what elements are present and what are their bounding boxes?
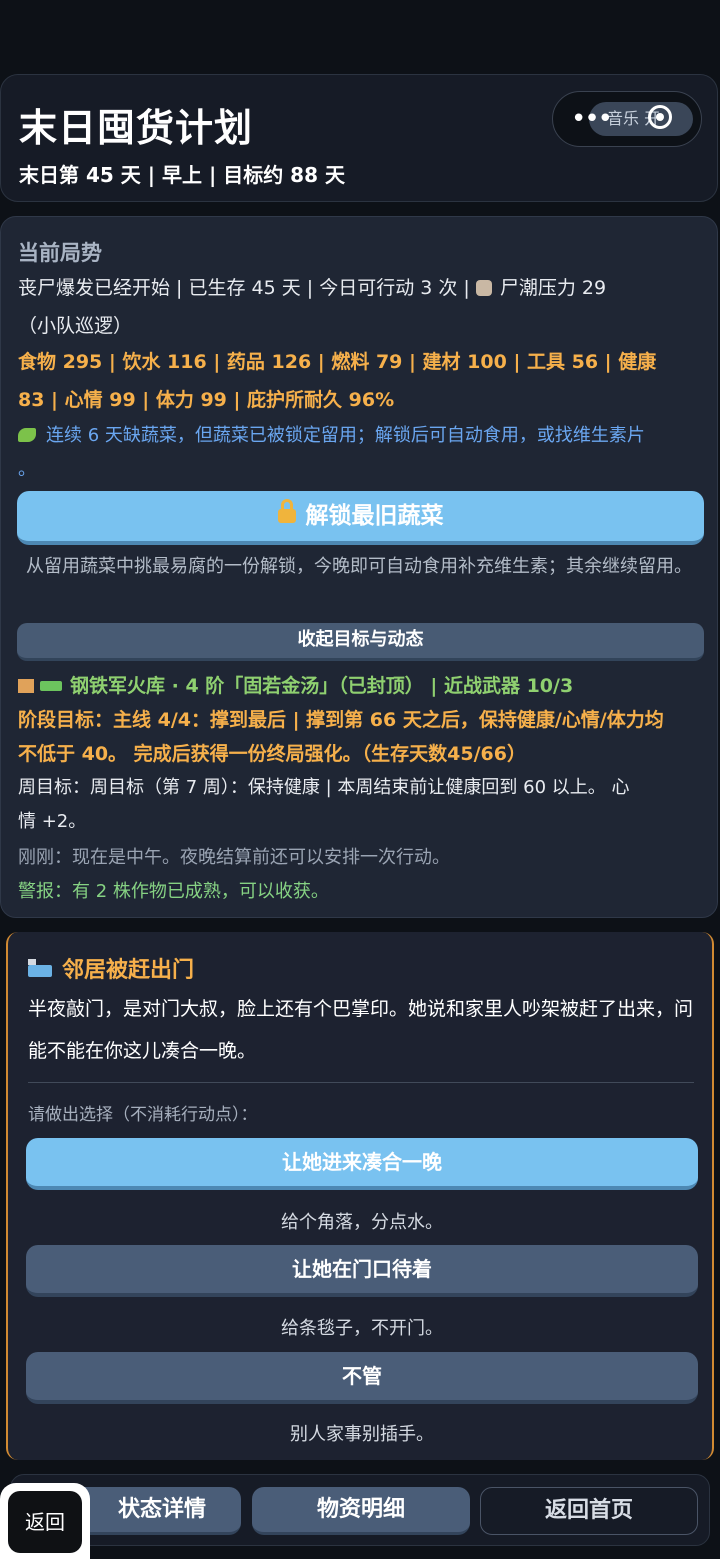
choice-button-let-in[interactable]: 让她进来凑合一晚 bbox=[26, 1138, 698, 1190]
more-menu-icon[interactable]: ••• bbox=[571, 104, 613, 134]
vegetable-warning-end: 。 bbox=[18, 459, 36, 480]
choice-description: 别人家事别插手。 bbox=[290, 1424, 434, 1445]
unlock-vegetable-button[interactable]: 解锁最旧蔬菜 bbox=[17, 491, 704, 545]
weekly-goal-line-2: 情 +2。 bbox=[18, 811, 87, 832]
armory-text: 钢铁军火库 · 4 阶「固若金汤」（已封顶） | 近战武器 10/3 bbox=[70, 675, 574, 697]
header-card: 末日囤货计划 末日第 45 天 | 早上 | 目标约 88 天 音乐 开 ••• bbox=[0, 74, 718, 202]
vegetable-icon bbox=[18, 428, 36, 442]
gun-icon bbox=[40, 681, 62, 691]
close-miniprogram-icon[interactable] bbox=[648, 105, 672, 129]
unlock-button-label: 解锁最旧蔬菜 bbox=[305, 503, 444, 529]
collapse-button-label: 收起目标与动态 bbox=[297, 629, 424, 650]
horde-pressure: 尸潮压力 29 bbox=[499, 277, 607, 299]
choice-button-ignore[interactable]: 不管 bbox=[26, 1352, 698, 1404]
back-button-label: 返回 bbox=[8, 1491, 82, 1553]
recent-news: 刚刚：现在是中午。夜晚结算前还可以安排一次行动。 bbox=[18, 847, 450, 868]
house-icon bbox=[18, 679, 34, 693]
event-title-text: 邻居被赶出门 bbox=[62, 958, 195, 983]
event-title: 邻居被赶出门 bbox=[28, 952, 194, 984]
app-title: 末日囤货计划 bbox=[19, 106, 254, 150]
choice-label: 让她在门口待着 bbox=[292, 1257, 432, 1281]
weekly-goal-line-1: 周目标：周目标（第 7 周）：保持健康 | 本周结束前让健康回到 60 以上。 … bbox=[18, 777, 630, 798]
mini-program-capsule: 音乐 开 ••• bbox=[552, 91, 702, 147]
stage-goal-line-2: 不低于 40。 完成后获得一份终局强化。（生存天数45/66） bbox=[18, 743, 526, 765]
resources-line-1: 食物 295 | 饮水 116 | 药品 126 | 燃料 79 | 建材 10… bbox=[18, 351, 657, 373]
event-description: 半夜敲门，是对门大叔，脸上还有个巴掌印。她说和家里人吵架被赶了出来，问能不能在你… bbox=[28, 998, 694, 1062]
resources-line-2: 83 | 心情 99 | 体力 99 | 庇护所耐久 96% bbox=[18, 389, 395, 411]
bottom-nav: 状态详情 物资明细 返回首页 bbox=[10, 1474, 710, 1546]
vegetable-warning-text: 连续 6 天缺蔬菜，但蔬菜已被锁定留用；解锁后可自动食用，或找维生素片 bbox=[46, 425, 645, 446]
status-card: 当前局势 丧尸爆发已经开始 | 已生存 45 天 | 今日可行动 3 次 | 尸… bbox=[0, 216, 718, 918]
choice-label: 让她进来凑合一晚 bbox=[282, 1150, 442, 1174]
back-button[interactable]: 返回 bbox=[0, 1483, 90, 1559]
supplies-label: 物资明细 bbox=[316, 1497, 405, 1522]
choice-hint: 请做出选择（不消耗行动点）： bbox=[28, 1105, 258, 1125]
alert-line: 警报：有 2 株作物已成熟，可以收获。 bbox=[18, 881, 329, 902]
status-line: 丧尸爆发已经开始 | 已生存 45 天 | 今日可行动 3 次 | 尸潮压力 2… bbox=[18, 269, 703, 307]
event-card: 邻居被赶出门 半夜敲门，是对门大叔，脸上还有个巴掌印。她说和家里人吵架被赶了出来… bbox=[6, 932, 714, 1460]
choice-description: 给个角落，分点水。 bbox=[281, 1212, 443, 1233]
divider bbox=[28, 1082, 694, 1083]
choice-label: 不管 bbox=[342, 1364, 382, 1388]
vegetable-warning: 连续 6 天缺蔬菜，但蔬菜已被锁定留用；解锁后可自动食用，或找维生素片 bbox=[18, 419, 703, 453]
supplies-detail-button[interactable]: 物资明细 bbox=[252, 1487, 470, 1535]
unlock-description: 从留用蔬菜中挑最易腐的一份解锁，今晚即可自动食用补充维生素；其余继续留用。 bbox=[26, 556, 692, 577]
section-title: 当前局势 bbox=[18, 241, 102, 265]
return-home-button[interactable]: 返回首页 bbox=[480, 1487, 698, 1535]
unlock-icon bbox=[277, 499, 296, 523]
zombie-icon bbox=[475, 280, 492, 296]
collapse-goals-button[interactable]: 收起目标与动态 bbox=[17, 623, 704, 661]
home-label: 返回首页 bbox=[544, 1498, 633, 1523]
patrol-line: （小队巡逻） bbox=[18, 315, 133, 337]
status-line-text: 丧尸爆发已经开始 | 已生存 45 天 | 今日可行动 3 次 | bbox=[18, 277, 476, 299]
choice-description: 给条毯子，不开门。 bbox=[281, 1318, 443, 1339]
stage-goal-line-1: 阶段目标：主线 4/4：撑到最后 | 撑到第 66 天之后，保持健康/心情/体力… bbox=[18, 709, 664, 731]
choice-button-wait-outside[interactable]: 让她在门口待着 bbox=[26, 1245, 698, 1297]
armory-line: 钢铁军火库 · 4 阶「固若金汤」（已封顶） | 近战武器 10/3 bbox=[18, 667, 703, 705]
bed-icon bbox=[28, 959, 52, 977]
day-info: 末日第 45 天 | 早上 | 目标约 88 天 bbox=[19, 163, 345, 187]
